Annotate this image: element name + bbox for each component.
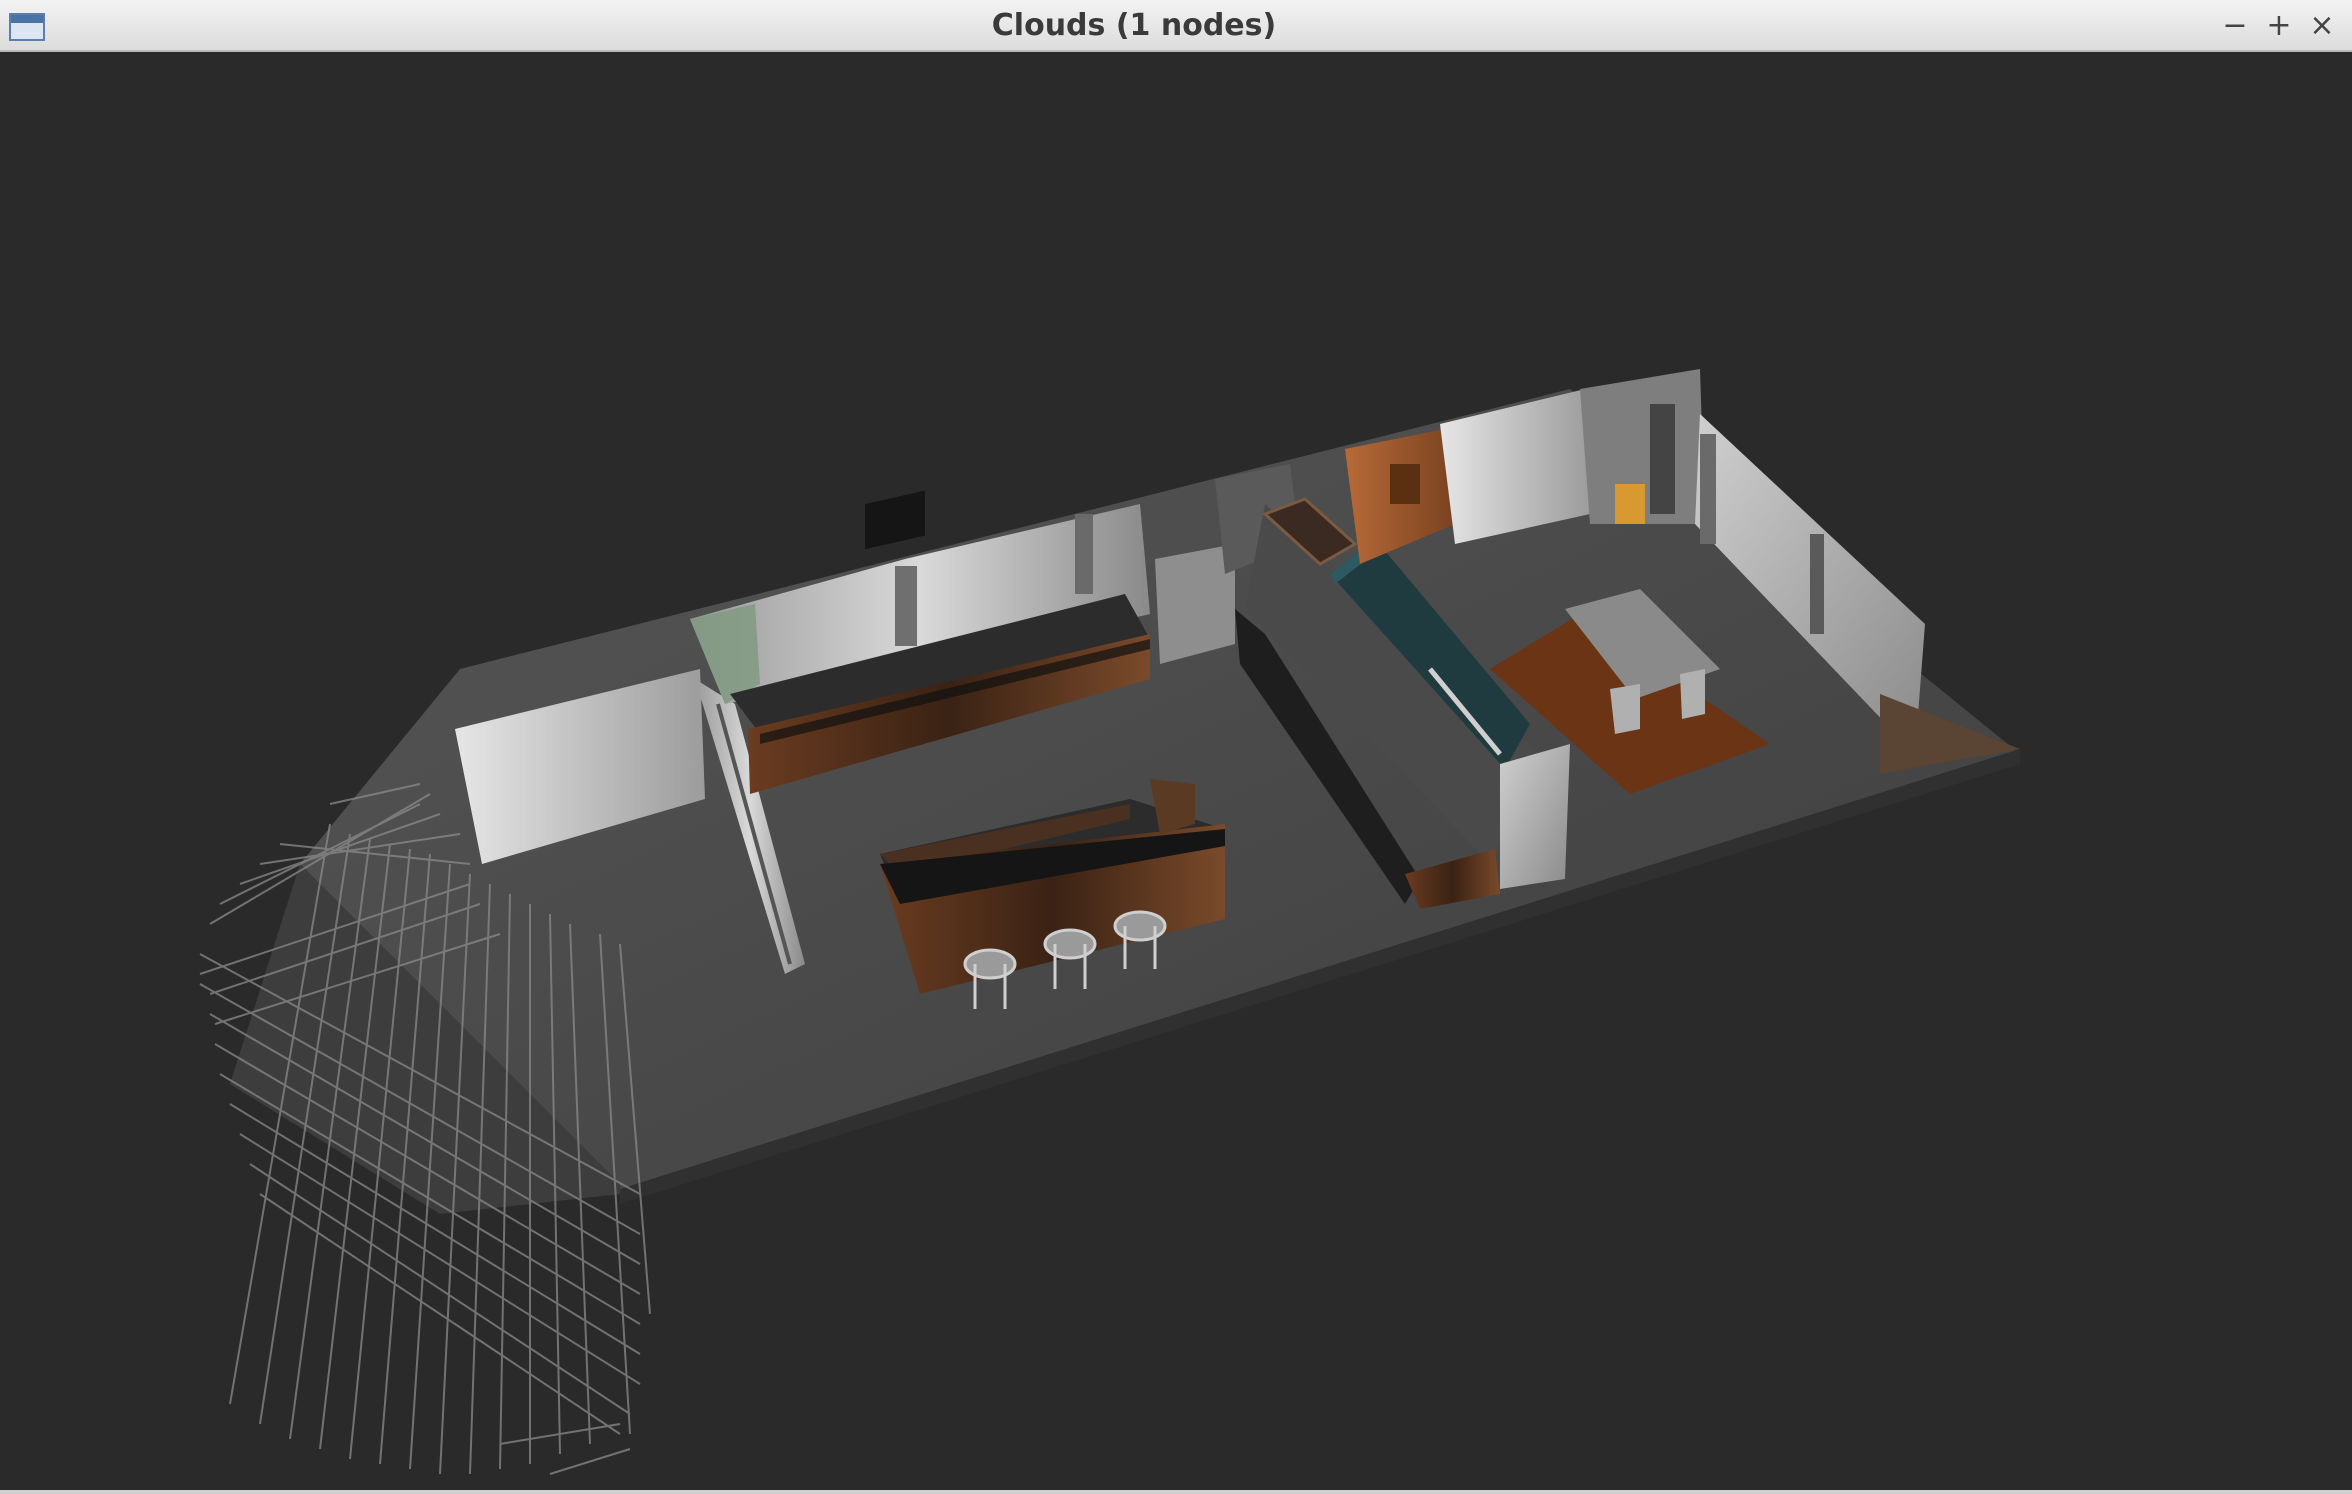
window-title: Clouds (1 nodes): [991, 8, 1277, 43]
lamp: [1615, 484, 1645, 524]
wall-plant: [1390, 464, 1420, 504]
title-bar[interactable]: Clouds (1 nodes) − + ×: [0, 0, 2352, 52]
point-cloud-render: [199, 369, 2020, 1475]
wall-pillar: [895, 566, 917, 646]
close-button[interactable]: ×: [2302, 8, 2342, 44]
window-bottom-edge: [0, 1490, 2352, 1494]
app-window: Clouds (1 nodes) − + ×: [0, 0, 2352, 1494]
wall-white-pillar: [1500, 744, 1570, 889]
oven: [865, 490, 925, 550]
maximize-button[interactable]: +: [2259, 8, 2299, 44]
wall-mid-column: [1155, 544, 1235, 664]
minimize-button[interactable]: −: [2215, 8, 2255, 44]
3d-viewport[interactable]: [0, 52, 2352, 1490]
